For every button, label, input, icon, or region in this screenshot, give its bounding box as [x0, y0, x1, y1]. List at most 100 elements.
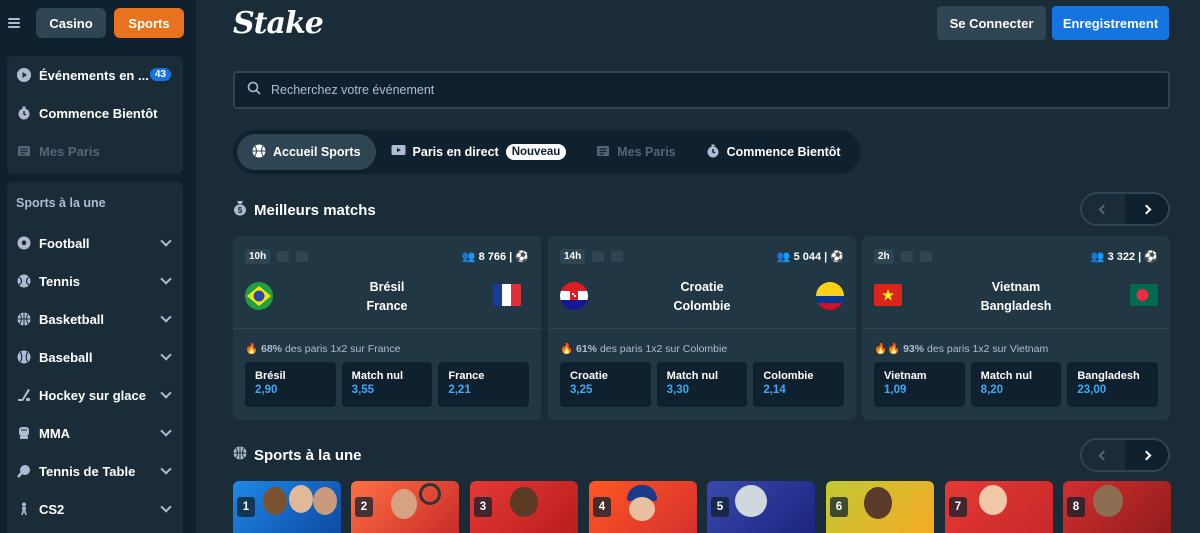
money-bag-icon: $ [233, 200, 247, 220]
odds-value: 8,20 [980, 384, 1004, 396]
ticket-icon [596, 144, 610, 161]
chevron-down-icon[interactable] [160, 235, 172, 247]
divider [548, 328, 856, 329]
odds-button[interactable]: France 2,21 [438, 362, 530, 407]
sidebar-item-mma[interactable]: MMA [7, 414, 183, 452]
login-button[interactable]: Se Connecter [937, 6, 1046, 40]
stats-icon[interactable] [592, 250, 605, 262]
sidebar-item-label: Commence Bientôt [39, 105, 158, 121]
sidebar-item-my-bets[interactable]: Mes Paris [7, 132, 183, 170]
odds-label: Bangladesh [1077, 370, 1140, 382]
odds-button[interactable]: Bangladesh 23,00 [1067, 362, 1159, 407]
match-card[interactable]: 14h 👥 5 044 | ⚽ Croatie Colombie 🔥 61% d… [548, 236, 856, 420]
prev-button[interactable] [1082, 194, 1125, 224]
sidebar-top: Casino Sports [0, 0, 196, 46]
sidebar-item-label: Football [39, 235, 90, 251]
top-matches-nav [1080, 192, 1170, 226]
sidebar-item-hockey[interactable]: Hockey sur glace [7, 376, 183, 414]
sgm-icon[interactable] [296, 250, 309, 262]
tab-live-bets[interactable]: Paris en direct Nouveau [376, 134, 582, 170]
stats-icon[interactable] [277, 250, 290, 262]
register-button[interactable]: Enregistrement [1052, 6, 1169, 40]
tab-label: Paris en direct [412, 145, 499, 159]
menu-icon[interactable] [8, 18, 20, 28]
bet-hint: 🔥 61% des paris 1x2 sur Colombie [560, 343, 728, 355]
chevron-down-icon[interactable] [160, 501, 172, 513]
sidebar-item-label: Basketball [39, 311, 105, 327]
new-badge: Nouveau [505, 144, 567, 160]
sidebar-item-tennis[interactable]: Tennis [7, 262, 183, 300]
sidebar-item-cs2[interactable]: CS2 [7, 490, 183, 528]
time-badge: 10h [245, 248, 271, 264]
vietnam-flag-icon [874, 284, 902, 306]
sgm-icon[interactable] [611, 250, 624, 262]
featured-card-mma[interactable]: 6 [826, 481, 934, 533]
odds-button[interactable]: Colombie 2,14 [753, 362, 845, 407]
odds-button[interactable]: Brésil 2,90 [245, 362, 336, 407]
chevron-down-icon[interactable] [160, 463, 172, 475]
odds-button[interactable]: Croatie 3,25 [560, 362, 651, 407]
next-button[interactable] [1125, 440, 1168, 470]
match-card[interactable]: 10h 👥 8 766 | ⚽ Brésil France 🔥 68% des … [233, 236, 541, 420]
odds-button[interactable]: Match nul 3,55 [341, 362, 433, 407]
basketball-icon [17, 312, 31, 326]
stake-logo[interactable]: Stake [233, 6, 324, 41]
casino-toggle[interactable]: Casino [36, 8, 106, 38]
bet-count-value: 3 322 [1107, 250, 1136, 263]
sidebar-item-table-tennis[interactable]: Tennis de Table [7, 452, 183, 490]
next-button[interactable] [1125, 194, 1168, 224]
home-team: Vietnam [991, 280, 1041, 294]
sidebar-item-baseball[interactable]: Baseball [7, 338, 183, 376]
sidebar-item-starting-soon[interactable]: Commence Bientôt [7, 94, 183, 132]
sidebar-section-heading: Sports à la une [16, 196, 106, 210]
featured-card-cs2[interactable]: 8 [1063, 481, 1171, 533]
featured-card-football[interactable]: 1 [233, 481, 341, 533]
odds-button[interactable]: Vietnam 1,09 [874, 362, 965, 407]
ball-icon [252, 144, 266, 161]
odds-button[interactable]: Match nul 8,20 [970, 362, 1062, 407]
search-bar[interactable] [233, 71, 1170, 109]
odds-label: France [448, 370, 485, 382]
card-number: 2 [355, 497, 373, 517]
hint-percent: 61% [576, 343, 598, 355]
odds-label: Vietnam [884, 370, 927, 382]
sgm-icon[interactable] [919, 250, 932, 262]
croatia-flag-icon [560, 282, 588, 310]
time-badge: 14h [560, 248, 586, 264]
chevron-down-icon[interactable] [160, 425, 172, 437]
odds-label: Croatie [570, 370, 608, 382]
prev-button[interactable] [1082, 440, 1125, 470]
chevron-down-icon[interactable] [160, 273, 172, 285]
chevron-left-icon [1098, 204, 1109, 214]
odds-row: Vietnam 1,09 Match nul 8,20 Bangladesh 23,0… [874, 362, 1159, 407]
featured-card-tennis[interactable]: 2 [351, 481, 459, 533]
sidebar-item-label: MMA [39, 425, 71, 441]
featured-card-basketball[interactable]: 3 [470, 481, 578, 533]
featured-card-hockey[interactable]: 5 [707, 481, 815, 533]
stats-icon[interactable] [900, 250, 913, 262]
match-card[interactable]: 2h 👥 3 322 | ⚽ Vietnam Bangladesh 🔥🔥 93%… [862, 236, 1170, 420]
tv-icon [391, 144, 406, 160]
chevron-down-icon[interactable] [160, 349, 172, 361]
sidebar-item-football[interactable]: Football [7, 224, 183, 262]
card-number: 1 [237, 497, 255, 517]
odds-button[interactable]: Match nul 3,30 [656, 362, 748, 407]
sidebar-item-basketball[interactable]: Basketball [7, 300, 183, 338]
tab-sports-home[interactable]: Accueil Sports [237, 134, 376, 170]
glove-icon [17, 426, 31, 440]
racket-image [419, 483, 441, 505]
featured-card-baseball[interactable]: 4 [589, 481, 697, 533]
odds-label: Match nul [980, 370, 1033, 382]
chevron-down-icon[interactable] [160, 387, 172, 399]
odds-value: 2,14 [763, 384, 786, 396]
tab-my-bets[interactable]: Mes Paris [581, 134, 690, 170]
sports-toggle[interactable]: Sports [114, 8, 184, 38]
chevron-down-icon[interactable] [160, 311, 172, 323]
search-input[interactable] [271, 83, 1071, 97]
player-image [391, 489, 417, 519]
sidebar-item-live-events[interactable]: Événements en ... 43 [7, 56, 183, 94]
odds-value: 3,25 [570, 384, 593, 396]
tab-starting-soon[interactable]: Commence Bientôt [691, 134, 856, 170]
sidebar-item-label: Hockey sur glace [39, 387, 146, 403]
featured-card-table-tennis[interactable]: 7 [945, 481, 1053, 533]
